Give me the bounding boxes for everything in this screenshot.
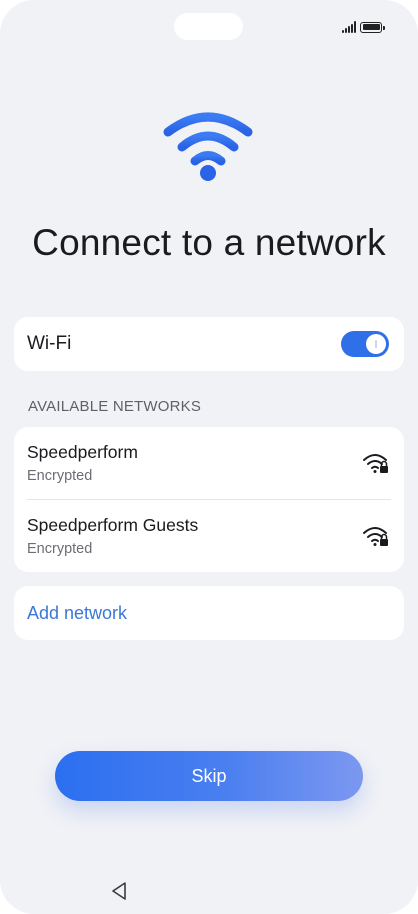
network-item[interactable]: Speedperform Guests Encrypted bbox=[14, 500, 404, 572]
network-security-status: Encrypted bbox=[27, 541, 93, 557]
available-networks-header: AVAILABLE NETWORKS bbox=[28, 398, 202, 415]
add-network-button[interactable]: Add network bbox=[14, 586, 404, 640]
camera-cutout bbox=[174, 13, 243, 40]
skip-button[interactable]: Skip bbox=[55, 751, 363, 801]
page-title: Connect to a network bbox=[32, 222, 386, 263]
signal-icon bbox=[342, 21, 356, 33]
wifi-label: Wi-Fi bbox=[27, 333, 72, 354]
network-item[interactable]: Speedperform Encrypted bbox=[14, 427, 404, 500]
wifi-toggle-switch[interactable] bbox=[341, 331, 389, 357]
wifi-locked-icon bbox=[363, 527, 388, 546]
phone-screen: Connect to a network Wi-Fi AVAILABLE NET… bbox=[0, 0, 418, 914]
network-name: Speedperform bbox=[27, 442, 138, 462]
network-name: Speedperform Guests bbox=[27, 515, 199, 535]
wifi-toggle-row[interactable]: Wi-Fi bbox=[14, 317, 404, 371]
wifi-icon bbox=[163, 112, 253, 181]
wifi-locked-icon bbox=[363, 454, 388, 473]
battery-icon bbox=[360, 21, 385, 33]
status-bar bbox=[342, 19, 385, 35]
network-security-status: Encrypted bbox=[27, 468, 93, 484]
networks-list: Speedperform Encrypted Speedperform Gues… bbox=[14, 427, 404, 572]
back-triangle-icon[interactable] bbox=[110, 881, 128, 901]
toggle-knob bbox=[366, 334, 386, 354]
add-network-label: Add network bbox=[27, 603, 128, 623]
